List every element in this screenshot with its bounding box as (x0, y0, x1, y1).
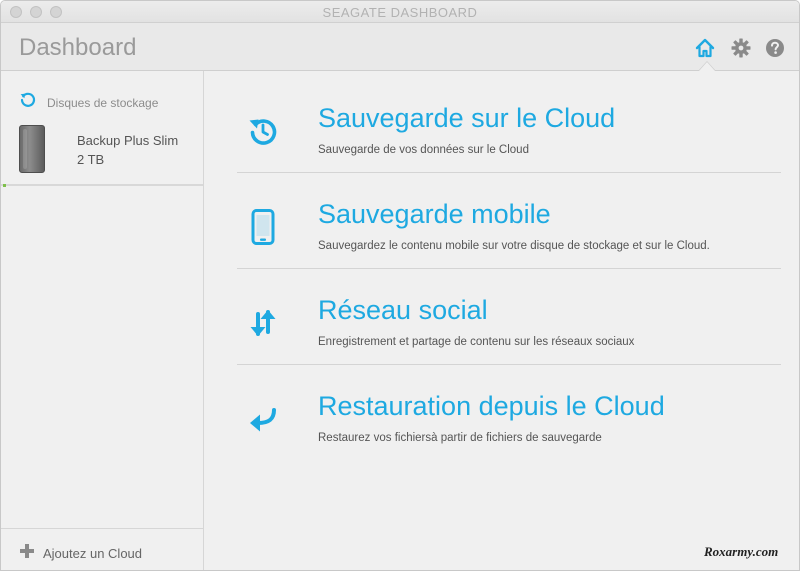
social-network-action[interactable]: Réseau social Enregistrement et partage … (237, 269, 781, 365)
home-icon[interactable] (694, 37, 716, 59)
storage-section-label: Disques de stockage (47, 95, 159, 110)
storage-section-header[interactable]: Disques de stockage (19, 91, 158, 114)
refresh-icon[interactable] (19, 91, 37, 114)
action-title: Sauvegarde sur le Cloud (318, 103, 616, 133)
restore-icon (243, 399, 283, 439)
watermark: Roxarmy.com (704, 544, 779, 559)
mobile-icon (243, 207, 283, 247)
sidebar: Disques de stockage Backup Plus Slim 2 T… (1, 71, 204, 570)
action-title: Sauvegarde mobile (318, 199, 551, 229)
help-icon[interactable] (764, 37, 786, 59)
active-tab-pointer (699, 62, 715, 71)
main-panel: Sauvegarde sur le Cloud Sauvegarde de vo… (205, 71, 799, 570)
device-size: 2 TB (77, 152, 105, 167)
title-bar: SEAGATE DASHBOARD (1, 1, 799, 23)
add-cloud-label: Ajoutez un Cloud (43, 546, 143, 561)
action-description: Enregistrement et partage de contenu sur… (318, 336, 635, 348)
action-title: Réseau social (318, 295, 488, 325)
action-description: Restaurez vos fichiersà partir de fichie… (318, 432, 602, 444)
hard-drive-icon (19, 125, 45, 173)
action-description: Sauvegardez le contenu mobile sur votre … (318, 240, 710, 252)
device-name: Backup Plus Slim (77, 133, 179, 148)
cloud-restore-action[interactable]: Restauration depuis le Cloud Restaurez v… (237, 365, 781, 461)
app-window: SEAGATE DASHBOARD Dashboard Disques de s… (0, 0, 800, 571)
cloud-backup-icon (243, 111, 283, 151)
storage-device-item[interactable]: Backup Plus Slim 2 TB (1, 121, 203, 186)
page-title: Dashboard (19, 34, 137, 61)
sidebar-footer: Ajoutez un Cloud (1, 528, 203, 570)
device-status-indicator (3, 184, 6, 187)
mobile-backup-action[interactable]: Sauvegarde mobile Sauvegardez le contenu… (237, 173, 781, 269)
header-bar: Dashboard (1, 23, 799, 71)
gear-icon[interactable] (730, 37, 752, 59)
cloud-backup-action[interactable]: Sauvegarde sur le Cloud Sauvegarde de vo… (237, 77, 781, 173)
social-sync-icon (243, 303, 283, 343)
add-cloud-button[interactable]: Ajoutez un Cloud (19, 543, 142, 564)
plus-icon (19, 543, 35, 564)
action-title: Restauration depuis le Cloud (318, 391, 665, 421)
window-title: SEAGATE DASHBOARD (322, 5, 478, 20)
action-description: Sauvegarde de vos données sur le Cloud (318, 144, 529, 156)
